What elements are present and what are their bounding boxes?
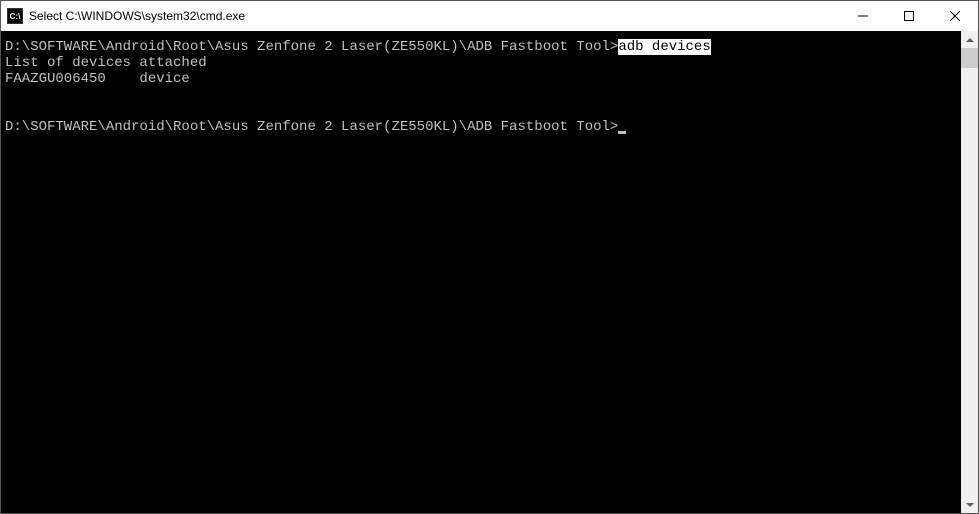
- window-title: Select C:\WINDOWS\system32\cmd.exe: [29, 9, 840, 23]
- maximize-icon: [904, 11, 914, 21]
- titlebar[interactable]: C:\ Select C:\WINDOWS\system32\cmd.exe: [1, 1, 978, 31]
- prompt-path: D:\SOFTWARE\Android\Root\Asus Zenfone 2 …: [5, 39, 618, 55]
- scroll-down-arrow-icon[interactable]: [961, 496, 978, 513]
- prompt-path: D:\SOFTWARE\Android\Root\Asus Zenfone 2 …: [5, 119, 618, 135]
- maximize-button[interactable]: [886, 1, 932, 31]
- vertical-scrollbar[interactable]: [961, 31, 978, 513]
- output-line-1: List of devices attached: [5, 55, 207, 71]
- scroll-up-arrow-icon[interactable]: [961, 31, 978, 48]
- cmd-window: C:\ Select C:\WINDOWS\system32\cmd.exe D…: [0, 0, 979, 514]
- minimize-icon: [858, 11, 868, 21]
- selected-command: adb devices: [618, 39, 710, 55]
- content-area: D:\SOFTWARE\Android\Root\Asus Zenfone 2 …: [1, 31, 978, 513]
- prompt-line-1: D:\SOFTWARE\Android\Root\Asus Zenfone 2 …: [5, 39, 711, 55]
- prompt-line-2: D:\SOFTWARE\Android\Root\Asus Zenfone 2 …: [5, 119, 626, 135]
- terminal-output[interactable]: D:\SOFTWARE\Android\Root\Asus Zenfone 2 …: [1, 31, 961, 513]
- close-icon: [950, 11, 960, 21]
- cmd-icon: C:\: [7, 8, 23, 24]
- close-button[interactable]: [932, 1, 978, 31]
- scroll-thumb[interactable]: [961, 48, 978, 68]
- window-controls: [840, 1, 978, 31]
- minimize-button[interactable]: [840, 1, 886, 31]
- output-line-2: FAAZGU006450 device: [5, 71, 190, 87]
- cursor: [618, 131, 626, 134]
- scroll-track[interactable]: [961, 48, 978, 496]
